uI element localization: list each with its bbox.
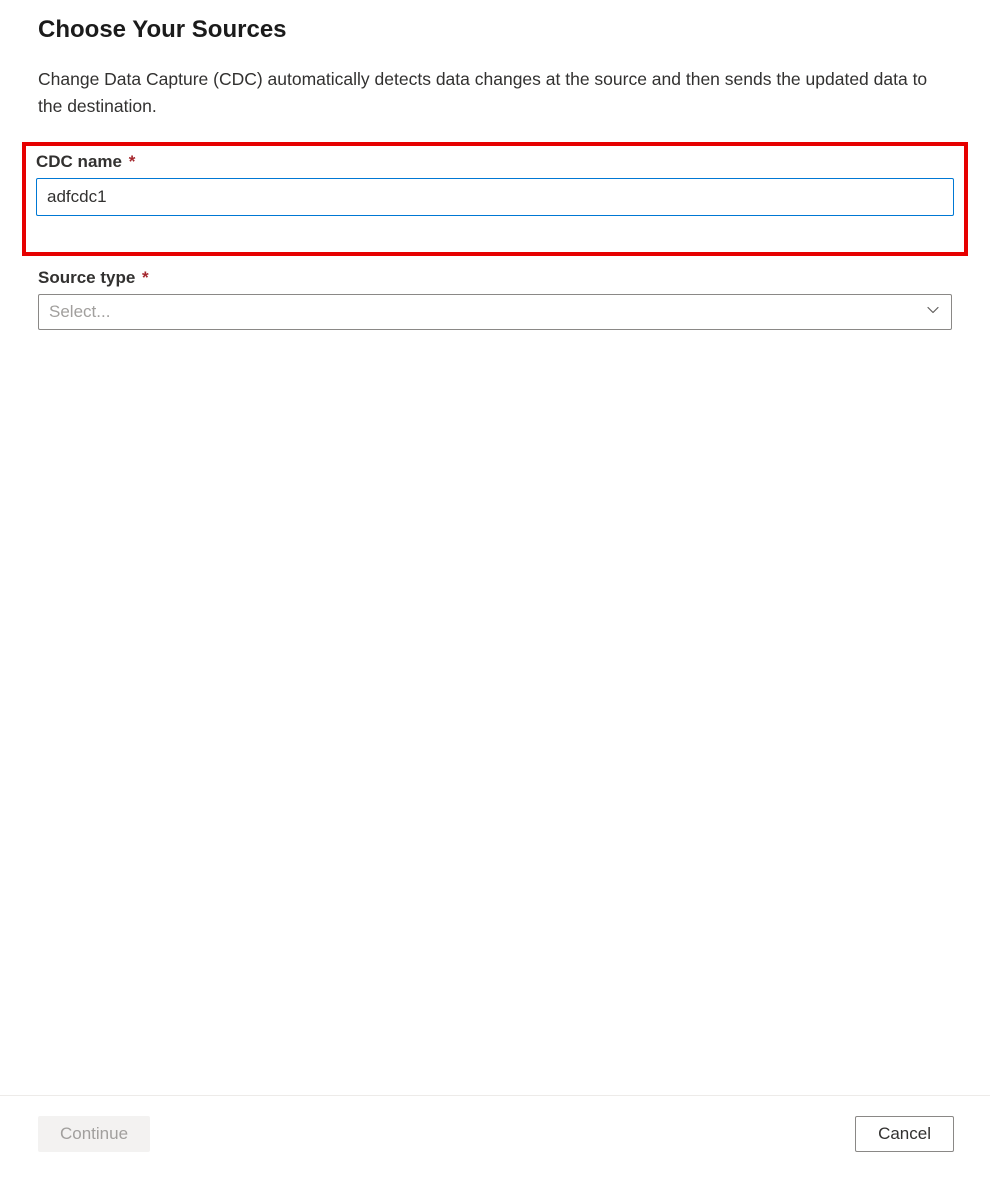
cdc-name-field-group: CDC name * <box>36 152 954 216</box>
source-type-select[interactable]: Select... <box>38 294 952 330</box>
source-type-field-group: Source type * Select... <box>38 268 952 330</box>
source-type-label-text: Source type <box>38 268 135 287</box>
cdc-name-highlight-box: CDC name * <box>22 142 968 256</box>
page-description: Change Data Capture (CDC) automatically … <box>38 66 952 120</box>
cancel-button[interactable]: Cancel <box>855 1116 954 1152</box>
cdc-name-input[interactable] <box>36 178 954 216</box>
required-marker: * <box>129 152 136 171</box>
form-panel: Choose Your Sources Change Data Capture … <box>0 0 990 330</box>
source-type-label: Source type * <box>38 268 952 288</box>
cdc-name-label: CDC name * <box>36 152 954 172</box>
continue-button[interactable]: Continue <box>38 1116 150 1152</box>
page-title: Choose Your Sources <box>38 16 952 44</box>
source-type-select-wrapper: Select... <box>38 294 952 330</box>
footer-bar: Continue Cancel <box>0 1095 990 1188</box>
required-marker: * <box>142 268 149 287</box>
source-type-placeholder: Select... <box>49 302 110 322</box>
cdc-name-label-text: CDC name <box>36 152 122 171</box>
